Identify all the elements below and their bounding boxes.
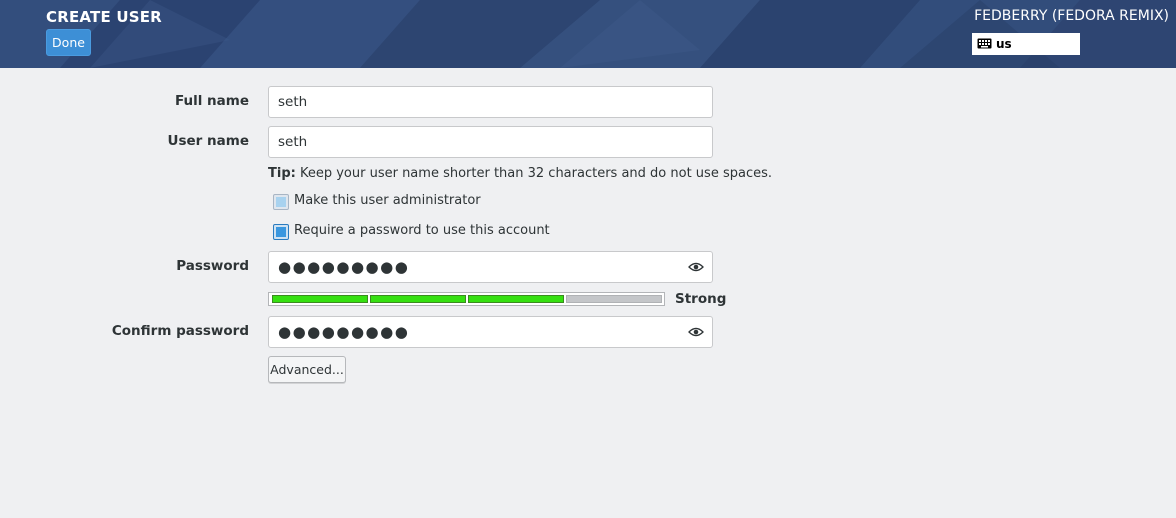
confirm-password-label: Confirm password [111, 323, 249, 339]
show-password-icon[interactable] [688, 261, 704, 273]
require-password-checkbox-label[interactable]: Require a password to use this account [294, 223, 550, 238]
page-title: CREATE USER [46, 8, 162, 26]
full-name-field[interactable]: seth [268, 86, 713, 118]
strength-segment [272, 295, 368, 303]
keyboard-layout-indicator[interactable]: us [972, 33, 1080, 55]
show-confirm-password-icon[interactable] [688, 326, 704, 338]
require-password-checkbox[interactable] [273, 224, 289, 240]
user-name-label: User name [167, 133, 249, 149]
password-value: ●●●●●●●●● [278, 258, 410, 276]
password-label: Password [176, 258, 249, 274]
username-tip: Tip: Keep your user name shorter than 32… [268, 166, 772, 181]
done-button[interactable]: Done [46, 29, 91, 56]
password-field[interactable]: ●●●●●●●●● [268, 251, 713, 283]
user-name-field[interactable]: seth [268, 126, 713, 158]
keyboard-icon [977, 38, 992, 49]
admin-checkbox[interactable] [273, 194, 289, 210]
confirm-password-value: ●●●●●●●●● [278, 323, 410, 341]
strength-segment [468, 295, 564, 303]
strength-segment-empty [566, 295, 662, 303]
header-bar: CREATE USER Done FEDBERRY (FEDORA REMIX)… [0, 0, 1176, 68]
strength-segment [370, 295, 466, 303]
tip-text: Keep your user name shorter than 32 char… [295, 166, 772, 181]
tip-prefix: Tip: [268, 166, 296, 181]
admin-checkbox-label[interactable]: Make this user administrator [294, 193, 481, 208]
advanced-button[interactable]: Advanced... [268, 356, 346, 383]
password-strength-meter [268, 292, 665, 306]
product-name: FEDBERRY (FEDORA REMIX) [974, 8, 1169, 24]
confirm-password-field[interactable]: ●●●●●●●●● [268, 316, 713, 348]
full-name-label: Full name [174, 93, 249, 109]
keyboard-layout-label: us [996, 37, 1012, 51]
password-strength-label: Strong [675, 291, 727, 307]
